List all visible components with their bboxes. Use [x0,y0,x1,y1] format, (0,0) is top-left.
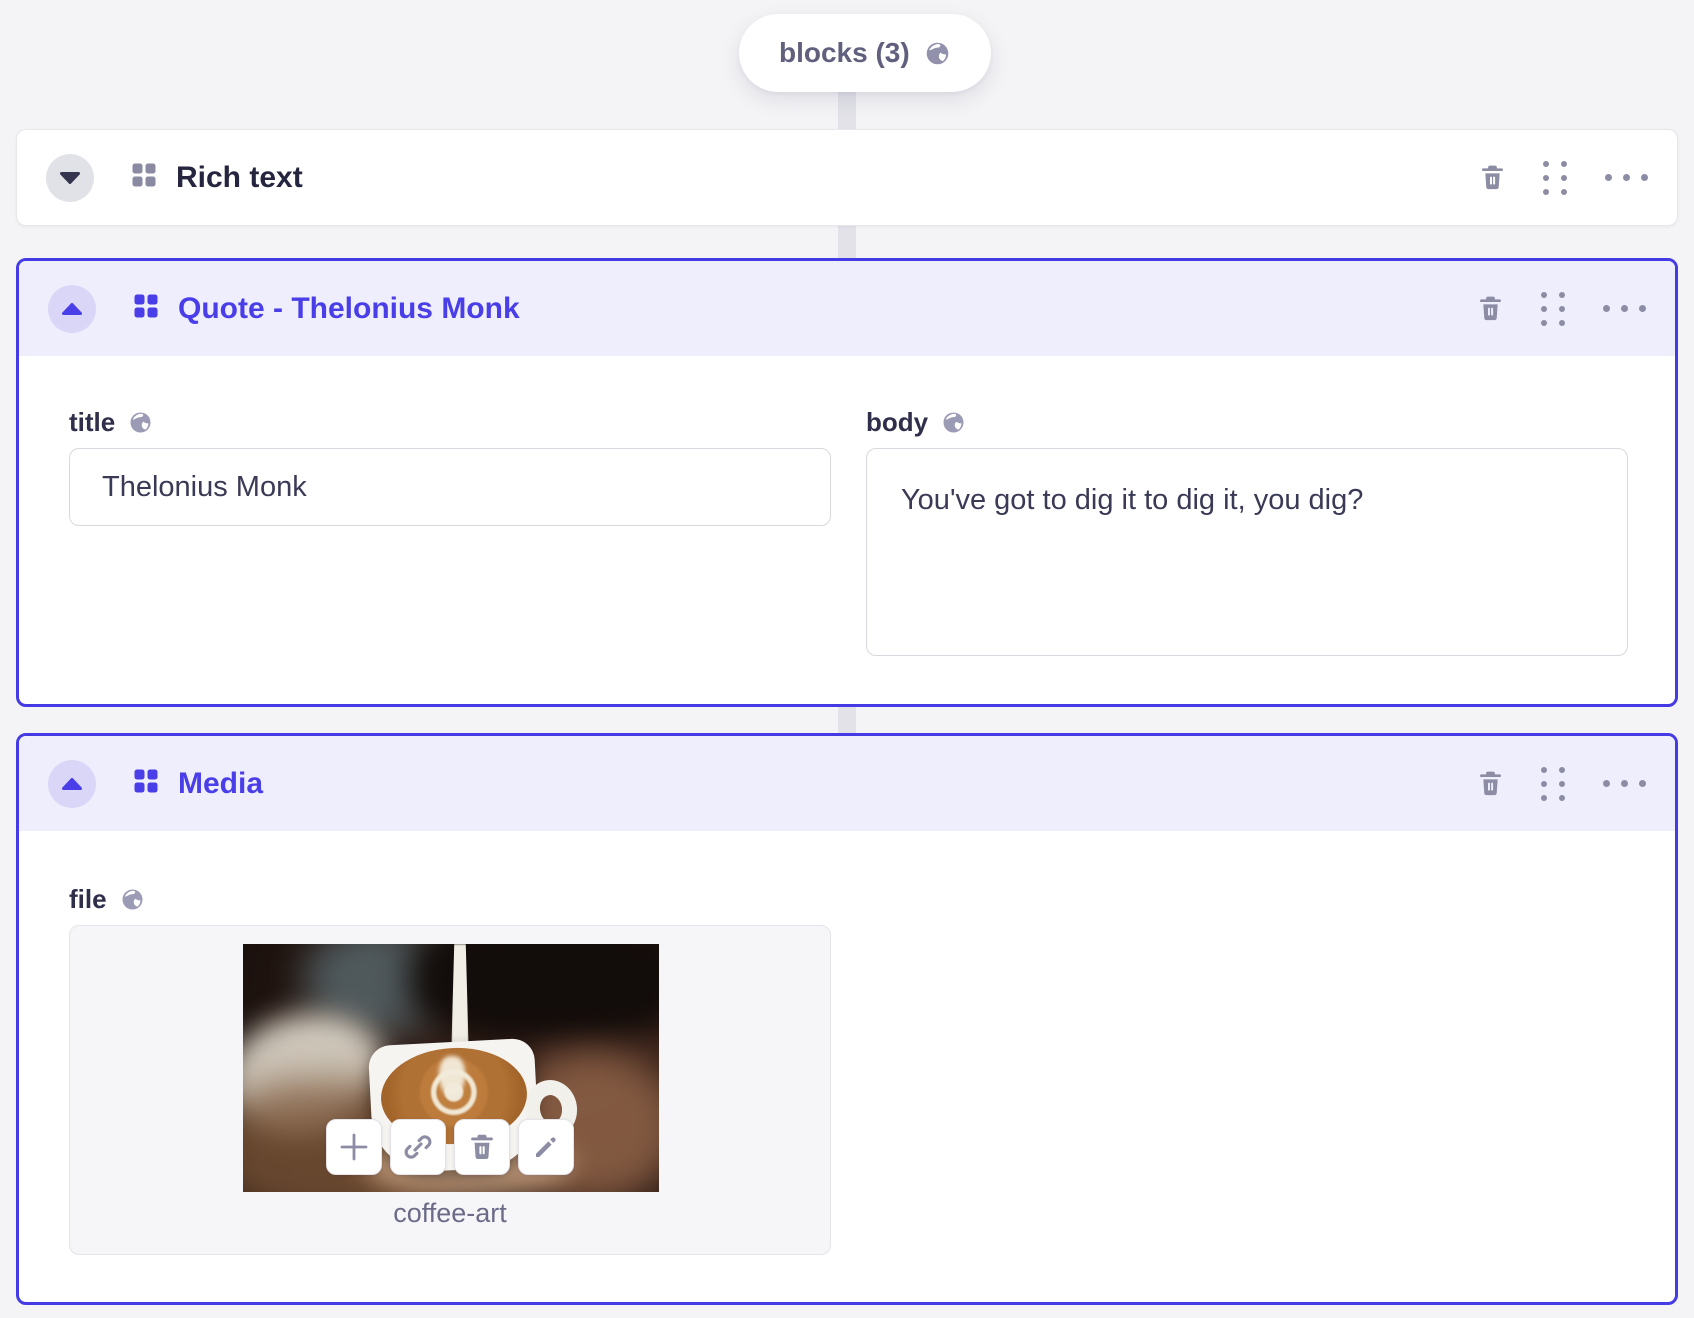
drag-handle[interactable] [1541,766,1565,801]
edit-media-button[interactable] [518,1119,574,1175]
block-type-grid-icon [132,163,156,192]
pencil-icon [531,1132,561,1162]
drag-dots-icon [1541,766,1565,801]
media-toolbar [326,1119,574,1175]
more-options-button[interactable] [1603,780,1646,787]
field-label-text: body [866,407,929,437]
delete-block-button[interactable] [1478,295,1503,322]
more-options-button[interactable] [1605,174,1648,181]
photo-latte-rosetta [439,1056,465,1096]
blocks-field-label: blocks (3) [779,37,910,68]
block-actions [1478,766,1646,801]
chevron-up-icon [60,777,84,791]
trash-icon [1478,295,1503,322]
field-label-text: file [69,884,107,914]
chevron-down-icon [58,171,82,185]
more-options-button[interactable] [1603,305,1646,312]
trash-icon [469,1133,495,1161]
block-rich-text-header: Rich text [17,130,1677,225]
blocks-field-pill[interactable]: blocks (3) [739,14,991,92]
delete-media-button[interactable] [454,1119,510,1175]
body-textarea[interactable]: You've got to dig it to dig it, you dig? [866,448,1628,656]
delete-block-button[interactable] [1480,164,1505,191]
delete-block-button[interactable] [1478,770,1503,797]
block-editor-canvas: blocks (3) Rich text Quote - Thelonius M… [0,0,1694,1318]
file-preview-box[interactable]: coffee-art [69,925,831,1255]
body-field-label: body [866,407,966,438]
block-type-grid-icon [134,769,158,798]
block-actions [1478,291,1646,326]
drag-dots-icon [1541,291,1565,326]
add-media-button[interactable] [326,1119,382,1175]
collapse-chevron-button[interactable] [48,759,96,808]
plus-icon [337,1130,371,1164]
trash-icon [1480,164,1505,191]
expand-chevron-button[interactable] [46,153,94,202]
block-quote-header: Quote - Thelonius Monk [19,261,1675,356]
globe-icon [128,410,153,435]
block-quote: Quote - Thelonius Monk title Thelonius M… [16,258,1678,707]
ellipsis-icon [1603,780,1646,787]
field-label-text: title [69,407,116,437]
block-type-grid-icon [134,294,158,323]
ellipsis-icon [1605,174,1648,181]
block-title: Rich text [176,160,303,194]
chevron-up-icon [60,302,84,316]
drag-dots-icon [1543,160,1567,195]
file-field-label: file [69,884,145,915]
block-title: Quote - Thelonius Monk [178,291,520,325]
link-media-button[interactable] [390,1119,446,1175]
collapse-chevron-button[interactable] [48,284,96,333]
title-input[interactable] [69,448,831,526]
drag-handle[interactable] [1543,160,1567,195]
globe-icon [120,887,145,912]
block-actions [1480,160,1648,195]
block-title: Media [178,766,264,800]
block-rich-text: Rich text [16,129,1678,226]
block-media-header: Media [19,736,1675,831]
link-icon [403,1132,433,1162]
drag-handle[interactable] [1541,291,1565,326]
globe-icon [924,40,951,67]
block-media: Media file coffee-art [16,733,1678,1305]
title-field-label: title [69,407,153,438]
photo-blur-blob [409,944,659,1044]
trash-icon [1478,770,1503,797]
media-filename: coffee-art [393,1198,507,1228]
ellipsis-icon [1603,305,1646,312]
globe-icon [941,410,966,435]
